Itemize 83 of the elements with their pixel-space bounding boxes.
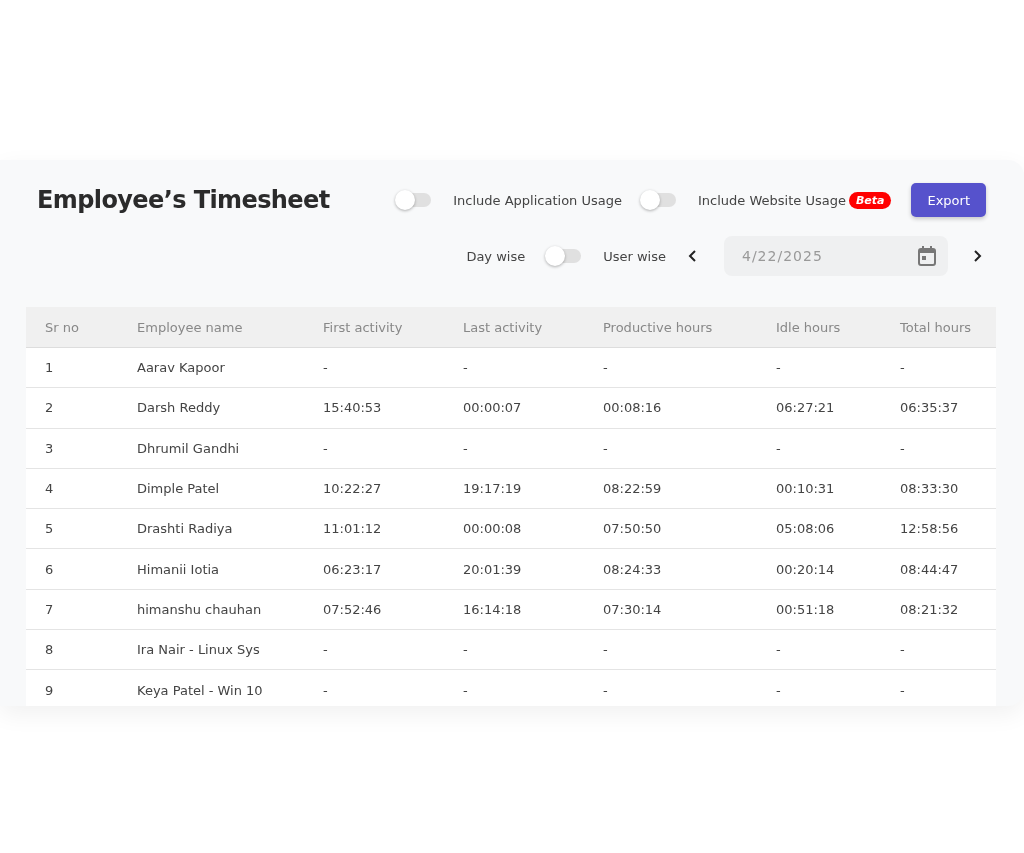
table-cell-text: 06:35:37 [899, 400, 960, 416]
table-cell-text: Ira Nair - Linux Sys [136, 642, 261, 658]
table-cell-text: 07:30:14 [602, 601, 663, 617]
table-cell-text: 10:22:27 [322, 481, 383, 497]
table-cell-text: 07:50:50 [602, 521, 663, 537]
table-cell-text: 5 [44, 521, 55, 537]
table-cell-text: Darsh Reddy [136, 400, 222, 416]
table-cell-text: 16:14:18 [462, 601, 523, 617]
table-cell-text: 05:08:06 [775, 521, 836, 537]
calendar-icon[interactable] [918, 246, 936, 266]
table-cell-text: 12:58:56 [899, 521, 960, 537]
table-cell-text: - [602, 642, 609, 658]
beta-badge: Beta [848, 191, 892, 209]
table-cell-text: Keya Patel - Win 10 [136, 682, 264, 698]
table-cell-text: 00:20:14 [775, 561, 836, 577]
table-cell-text: - [602, 440, 609, 456]
table-cell-text: - [322, 440, 329, 456]
table-cell-text: - [322, 642, 329, 658]
table-cell-text: 7 [44, 601, 55, 617]
option-label: Include Application Usage [453, 192, 622, 208]
table-cell-text: Aarav Kapoor [136, 360, 226, 376]
table-cell-text: 08:33:30 [899, 481, 960, 497]
table-cell-text: 9 [44, 682, 55, 698]
table-cell-text: 00:08:16 [602, 400, 663, 416]
toggle-switch[interactable] [547, 249, 582, 263]
table-cell-text: 08:21:32 [899, 601, 960, 617]
table-cell-text: Dhrumil Gandhi [136, 440, 241, 456]
page-title: Employee’s Timesheet [37, 186, 331, 214]
view-label: User wise [603, 248, 666, 264]
column-header: Total hours [899, 319, 973, 335]
table-cell-text: 6 [44, 561, 55, 577]
column-header: Sr no [44, 319, 80, 335]
table-cell-text: 8 [44, 642, 55, 658]
table-cell-text: - [775, 440, 782, 456]
export-button[interactable]: Export [911, 183, 986, 217]
table-cell-text: - [322, 360, 329, 376]
table-cell-text: 11:01:12 [322, 521, 383, 537]
table-cell-text: - [462, 440, 469, 456]
table-cell-text: 00:10:31 [775, 481, 836, 497]
table-cell-text: 4 [44, 481, 55, 497]
table-cell-text: 06:27:21 [775, 400, 836, 416]
table-cell-text: 00:00:08 [462, 521, 523, 537]
date-picker[interactable]: 4/22/2025 [724, 236, 948, 276]
toggle-switch[interactable] [642, 193, 676, 207]
table-cell-text: - [462, 360, 469, 376]
table-cell-text: - [322, 682, 329, 698]
table-cell-text: - [899, 642, 906, 658]
table-cell-text: - [602, 682, 609, 698]
table-cell-text: 08:22:59 [602, 481, 663, 497]
table-cell-text: himanshu chauhan [136, 601, 263, 617]
table-cell-text: 00:00:07 [462, 400, 523, 416]
table-cell-text: - [775, 642, 782, 658]
table-cell-text: - [462, 682, 469, 698]
table-cell-text: - [899, 682, 906, 698]
table-cell-text: 15:40:53 [322, 400, 383, 416]
column-header: Idle hours [775, 319, 842, 335]
table-cell-text: Drashti Radiya [136, 521, 234, 537]
table-cell-text: 00:51:18 [775, 601, 836, 617]
column-header: Last activity [462, 319, 544, 335]
table-cell-text: - [899, 440, 906, 456]
table-cell-text: - [775, 682, 782, 698]
column-header: Productive hours [602, 319, 714, 335]
table-cell-text: 08:24:33 [602, 561, 663, 577]
toggle-switch[interactable] [397, 193, 432, 207]
table-cell-text: Dimple Patel [136, 481, 221, 497]
table-cell-text: - [775, 360, 782, 376]
table-cell-text: 2 [44, 400, 55, 416]
view-label: Day wise [466, 248, 526, 264]
table-cell-text: 1 [44, 360, 55, 376]
table-cell-text: 08:44:47 [899, 561, 960, 577]
table-cell-text: - [899, 360, 906, 376]
table-cell-text: 20:01:39 [462, 561, 523, 577]
table-cell-text: 19:17:19 [462, 481, 523, 497]
date-input-field[interactable]: 4/22/2025 [740, 247, 918, 265]
table-cell-text: 3 [44, 440, 55, 456]
table-cell-text: Himanii Iotia [136, 561, 221, 577]
option-label: Include Website Usage [698, 192, 846, 208]
table-cell-text: - [462, 642, 469, 658]
table-cell-text: 07:52:46 [322, 601, 383, 617]
table-cell-text: 06:23:17 [322, 561, 383, 577]
table-cell-text: - [602, 360, 609, 376]
column-header: First activity [322, 319, 404, 335]
column-header: Employee name [136, 319, 244, 335]
